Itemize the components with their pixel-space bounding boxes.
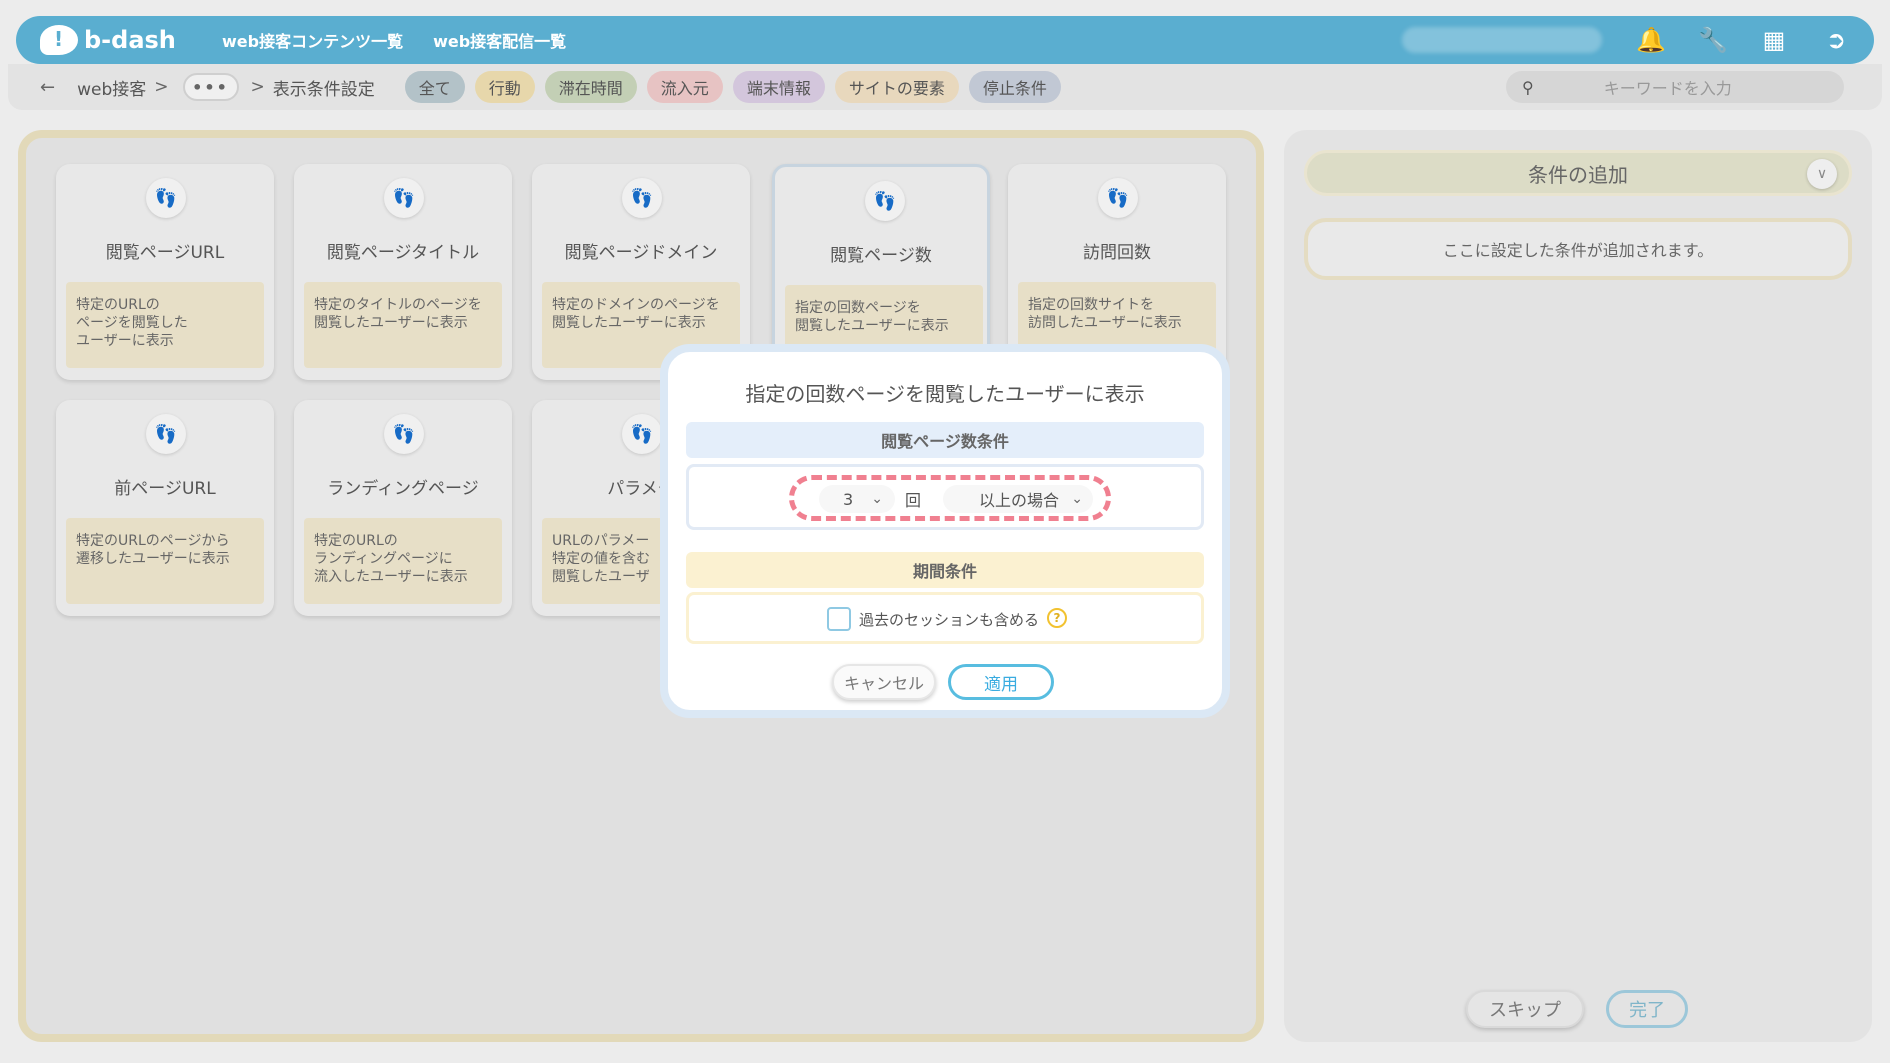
- logo-bubble-icon: [40, 25, 78, 55]
- filter-device[interactable]: 端末情報: [732, 71, 825, 103]
- footprints-icon: 👣: [622, 178, 662, 218]
- logo-text: b-dash: [84, 26, 176, 54]
- card-description: 特定のURLのページから 遷移したユーザーに表示: [66, 518, 264, 604]
- logout-icon[interactable]: ➲: [1822, 26, 1850, 54]
- comparison-select-value: 以上の場合: [979, 491, 1060, 510]
- footprints-icon: 👣: [622, 414, 662, 454]
- filter-all[interactable]: 全て: [404, 71, 465, 103]
- chevron-down-icon: ⌄: [1071, 491, 1083, 507]
- search-box[interactable]: ⚲ キーワードを入力: [1506, 71, 1844, 103]
- footprints-icon: 👣: [146, 178, 186, 218]
- search-icon: ⚲: [1522, 77, 1534, 97]
- help-icon[interactable]: ?: [1047, 608, 1067, 628]
- added-conditions-panel: 条件の追加 ∨ ここに設定した条件が追加されます。 スキップ 完了: [1284, 130, 1872, 1042]
- card-title: 閲覧ページドメイン: [564, 243, 718, 263]
- skip-button[interactable]: スキップ: [1466, 990, 1584, 1028]
- page-count-condition-box: 3 ⌄ 回 以上の場合 ⌄: [686, 464, 1204, 530]
- back-arrow-icon[interactable]: ←: [40, 77, 55, 98]
- include-past-sessions-checkbox[interactable]: [827, 607, 851, 631]
- breadcrumb-current: 表示条件設定: [272, 79, 375, 100]
- breadcrumb-root[interactable]: web接客: [77, 75, 146, 100]
- footprints-icon: 👣: [384, 414, 424, 454]
- nav-web-delivery-list[interactable]: web接客配信一覧: [433, 28, 566, 52]
- nav-web-content-list[interactable]: web接客コンテンツ一覧: [222, 28, 403, 52]
- card-landing-page[interactable]: 👣 ランディングページ 特定のURLの ランディングページに 流入したユーザーに表示: [294, 400, 512, 616]
- breadcrumb-separator: >: [250, 77, 265, 97]
- breadcrumb-separator: >: [154, 77, 169, 97]
- card-view-page-title[interactable]: 👣 閲覧ページタイトル 特定のタイトルのページを 閲覧したユーザーに表示: [294, 164, 512, 380]
- include-past-sessions-label[interactable]: 過去のセッションも含める: [859, 609, 1039, 630]
- footprints-icon: 👣: [1098, 178, 1138, 218]
- apply-button[interactable]: 適用: [948, 664, 1054, 700]
- period-condition-box: 過去のセッションも含める ?: [686, 592, 1204, 644]
- add-condition-title: 条件の追加: [1528, 162, 1628, 187]
- period-condition-header: 期間条件: [686, 552, 1204, 588]
- top-navbar: b-dash web接客コンテンツ一覧 web接客配信一覧 🔔 🔧 ▦ ➲: [16, 16, 1874, 64]
- user-info-blurred: [1402, 27, 1602, 53]
- condition-modal: 指定の回数ページを閲覧したユーザーに表示 閲覧ページ数条件 3 ⌄ 回 以上の場…: [660, 344, 1230, 718]
- card-title: 閲覧ページ数: [830, 246, 932, 266]
- filter-dwell-time[interactable]: 滞在時間: [544, 71, 637, 103]
- filter-stop-condition[interactable]: 停止条件: [968, 71, 1061, 103]
- chevron-down-icon: ⌄: [871, 491, 883, 507]
- logo[interactable]: b-dash: [40, 25, 190, 55]
- wrench-icon[interactable]: 🔧: [1698, 26, 1728, 54]
- page-count-condition-header: 閲覧ページ数条件: [686, 422, 1204, 458]
- card-previous-page-url[interactable]: 👣 前ページURL 特定のURLのページから 遷移したユーザーに表示: [56, 400, 274, 616]
- card-title: 訪問回数: [1083, 243, 1151, 263]
- count-select[interactable]: 3 ⌄: [819, 485, 895, 513]
- times-label: 回: [905, 491, 922, 510]
- card-description: 特定のURLの ランディングページに 流入したユーザーに表示: [304, 518, 502, 604]
- filter-source[interactable]: 流入元: [646, 71, 723, 103]
- footprints-icon: 👣: [146, 414, 186, 454]
- cancel-button[interactable]: キャンセル: [832, 664, 936, 700]
- count-select-value: 3: [843, 489, 854, 509]
- card-title: 閲覧ページURL: [105, 243, 225, 263]
- comparison-select[interactable]: 以上の場合 ⌄: [943, 485, 1093, 513]
- card-description: 特定のタイトルのページを 閲覧したユーザーに表示: [304, 282, 502, 368]
- added-conditions-dropzone: ここに設定した条件が追加されます。: [1304, 218, 1852, 280]
- filter-behavior[interactable]: 行動: [474, 71, 535, 103]
- card-description: 特定のURLの ページを閲覧した ユーザーに表示: [66, 282, 264, 368]
- search-input[interactable]: キーワードを入力: [1604, 75, 1732, 99]
- footprints-icon: 👣: [865, 181, 905, 221]
- card-title: 閲覧ページタイトル: [326, 243, 480, 263]
- card-title: 前ページURL: [114, 479, 216, 499]
- card-view-page-url[interactable]: 👣 閲覧ページURL 特定のURLの ページを閲覧した ユーザーに表示: [56, 164, 274, 380]
- done-button[interactable]: 完了: [1606, 990, 1688, 1028]
- modal-title: 指定の回数ページを閲覧したユーザーに表示: [745, 382, 1145, 406]
- breadcrumb-bar: ← web接客 > ••• > 表示条件設定 全て 行動 滞在時間 流入元 端末…: [8, 64, 1882, 110]
- card-title: ランディングページ: [327, 479, 479, 499]
- grid-icon[interactable]: ▦: [1760, 26, 1788, 54]
- footprints-icon: 👣: [384, 178, 424, 218]
- add-condition-header: 条件の追加 ∨: [1304, 150, 1852, 196]
- filter-site-element[interactable]: サイトの要素: [834, 71, 959, 103]
- breadcrumb-ellipsis-button[interactable]: •••: [182, 73, 239, 101]
- collapse-toggle-icon[interactable]: ∨: [1807, 159, 1837, 189]
- bell-icon[interactable]: 🔔: [1636, 26, 1666, 54]
